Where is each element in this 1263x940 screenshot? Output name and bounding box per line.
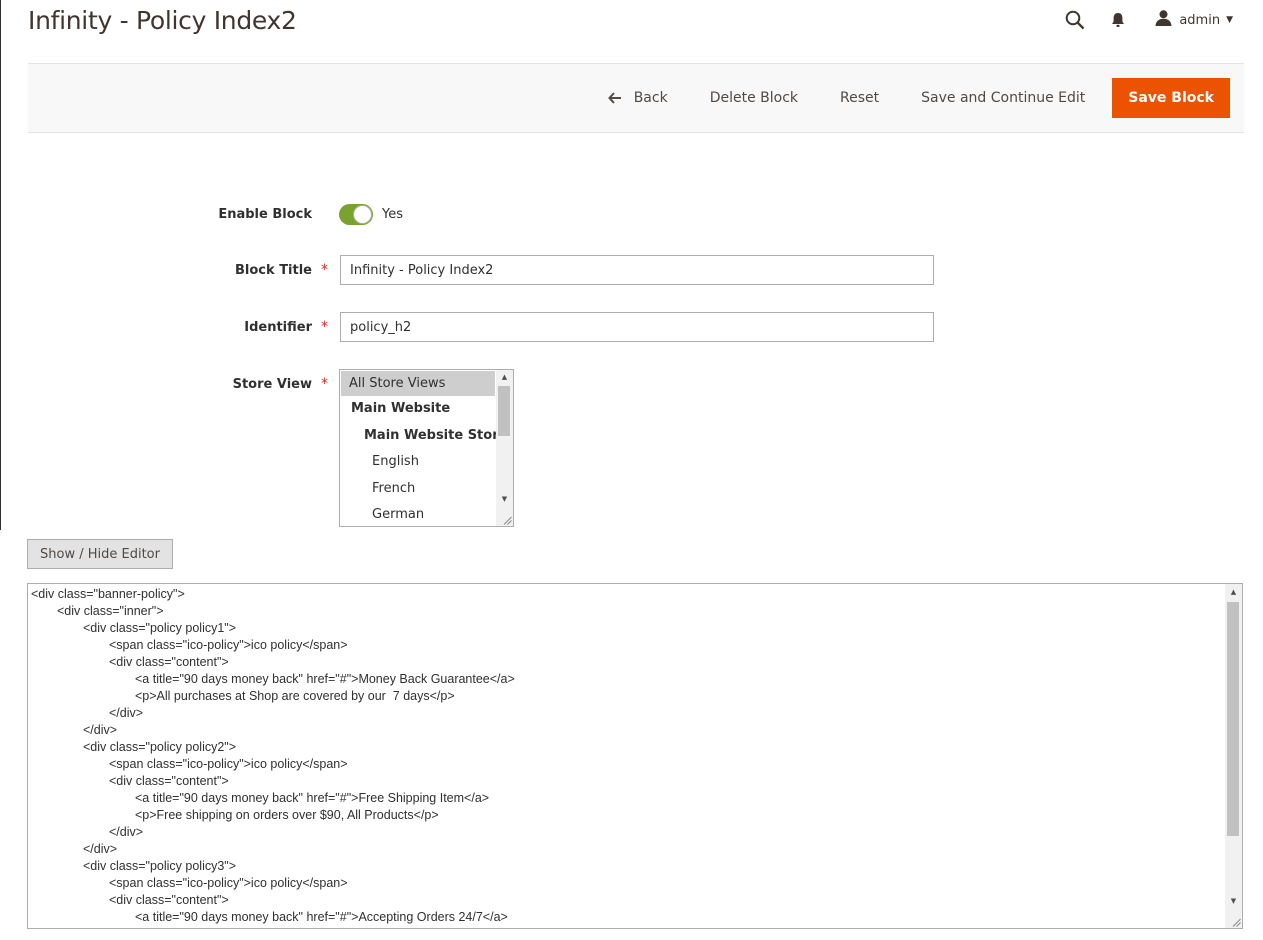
enable-block-row: Enable Block Yes	[0, 204, 403, 225]
store-view-row: Store View *	[0, 374, 340, 394]
editor-content: <div class="banner-policy"> <div class="…	[31, 587, 515, 924]
page-title: Infinity - Policy Index2	[28, 6, 297, 35]
block-title-label: Block Title	[235, 262, 312, 278]
search-icon[interactable]	[1065, 10, 1085, 30]
header-actions: admin ▼	[1065, 8, 1233, 32]
store-option-main-website: Main Website	[351, 401, 451, 416]
scroll-down-icon[interactable]: ▼	[496, 495, 513, 503]
resize-grip-icon[interactable]	[1232, 918, 1241, 927]
block-title-input[interactable]	[340, 255, 934, 285]
block-title-row: Block Title *	[0, 255, 934, 285]
identifier-input[interactable]	[340, 312, 934, 342]
back-button-label: Back	[633, 90, 668, 106]
required-asterisk: *	[321, 319, 328, 335]
delete-block-button[interactable]: Delete Block	[689, 78, 819, 118]
store-option-german[interactable]: German	[340, 502, 513, 526]
required-asterisk: *	[321, 376, 328, 392]
multiselect-scrollbar[interactable]: ▲ ▼	[496, 370, 513, 526]
user-name: admin	[1179, 12, 1221, 28]
back-button[interactable]: Back	[587, 78, 689, 118]
arrow-left-icon	[607, 92, 622, 104]
scroll-up-icon[interactable]: ▲	[1225, 588, 1242, 596]
scrollbar-thumb[interactable]	[498, 386, 510, 436]
resize-grip-icon[interactable]	[503, 516, 512, 525]
identifier-row: Identifier *	[0, 312, 934, 342]
bell-icon[interactable]	[1111, 12, 1125, 28]
toggle-knob	[353, 205, 372, 224]
show-hide-editor-button[interactable]: Show / Hide Editor	[27, 539, 173, 569]
store-option-french[interactable]: French	[340, 476, 513, 503]
store-view-multiselect[interactable]: All Store Views Main Website Main Websit…	[339, 369, 514, 527]
store-option-english[interactable]: English	[340, 449, 513, 476]
user-icon	[1155, 10, 1172, 30]
store-option-all[interactable]: All Store Views	[341, 371, 495, 396]
scroll-up-icon[interactable]: ▲	[496, 373, 513, 381]
user-menu[interactable]: admin ▼	[1155, 10, 1233, 30]
identifier-label: Identifier	[244, 319, 312, 335]
caret-down-icon: ▼	[1226, 15, 1233, 25]
save-and-continue-button[interactable]: Save and Continue Edit	[900, 78, 1106, 118]
scrollbar-thumb[interactable]	[1227, 602, 1239, 836]
enable-block-toggle[interactable]	[339, 204, 373, 225]
editor-scrollbar[interactable]: ▲ ▼	[1225, 584, 1242, 928]
save-block-button[interactable]: Save Block	[1112, 78, 1230, 118]
page-actions-bar: Back Delete Block Reset Save and Continu…	[28, 63, 1244, 133]
reset-button[interactable]: Reset	[819, 78, 900, 118]
store-option-main-website-store: Main Website Store	[364, 427, 508, 443]
content-editor-textarea[interactable]: <div class="banner-policy"> <div class="…	[27, 583, 1243, 929]
enable-block-value: Yes	[382, 207, 403, 222]
scroll-down-icon[interactable]: ▼	[1225, 897, 1242, 905]
required-asterisk: *	[321, 262, 328, 278]
enable-block-label: Enable Block	[218, 207, 312, 222]
store-view-label: Store View	[232, 376, 312, 392]
